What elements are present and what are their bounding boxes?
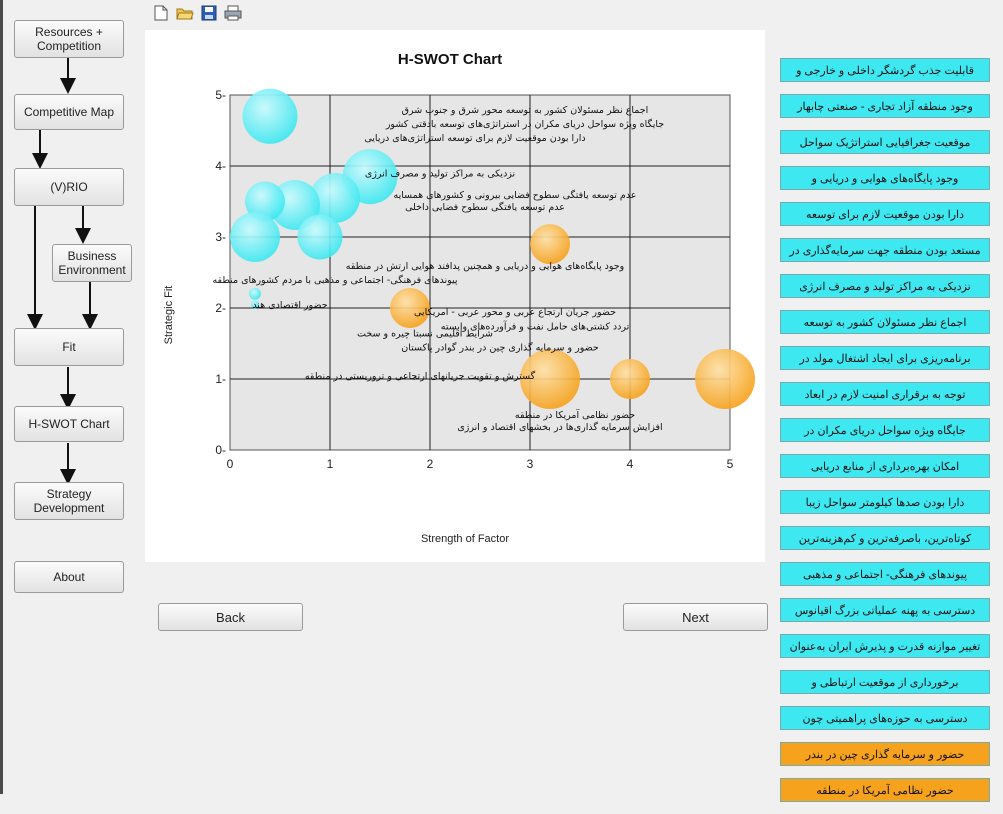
y-axis-label: Strategic Fit (163, 286, 175, 345)
factor-item[interactable]: پیوندهای فرهنگی- اجتماعی و مذهبی (780, 562, 990, 586)
factor-item[interactable]: برخورداری از موقعیت ارتباطی و (780, 670, 990, 694)
nav-strategy-development-button[interactable]: Strategy Development (14, 482, 124, 520)
y-tick-label: 0- (215, 443, 226, 457)
plot-area (229, 94, 731, 451)
bubble-cyan (242, 88, 298, 144)
annotation-label: عدم توسعه یافتگی سطوح فضایی بیرونی و کشو… (394, 189, 637, 201)
annotation-label: اجماع نظر مسئولان کشور به توسعه محور شرق… (402, 105, 649, 116)
y-tick-label: 1- (215, 372, 226, 386)
factor-item[interactable]: نزدیکی به مراکز تولید و مصرف انرژی (780, 274, 990, 298)
new-file-icon[interactable] (152, 4, 170, 22)
factor-item[interactable]: موقعیت جغرافیایی استراتژیک سواحل (780, 130, 990, 154)
bubble-cyan (297, 214, 343, 260)
factor-item[interactable]: دسترسی به پهنه عملیاتی بزرگ اقیانوس (780, 598, 990, 622)
x-tick-label: 3 (527, 457, 534, 471)
factor-item[interactable]: وجود پایگاه‌های هوایی و دریایی و (780, 166, 990, 190)
chart-title: H-SWOT Chart (398, 51, 502, 68)
x-tick-label: 4 (627, 457, 634, 471)
factor-item[interactable]: حضور نظامی آمریکا در منطقه (780, 778, 990, 802)
factor-item[interactable]: مستعد بودن منطقه جهت سرمایه‌گذاری در (780, 238, 990, 262)
annotation-label: حضور جریان ارتجاع عربی و محور عربی - امر… (414, 307, 616, 318)
factor-list: قابلیت جذب گردشگر داخلی و خارجی و وجود من… (780, 58, 990, 814)
factor-item[interactable]: اجماع نظر مسئولان کشور به توسعه (780, 310, 990, 334)
factor-item[interactable]: توجه به برقراری امنیت لازم در ابعاد (780, 382, 990, 406)
factor-item[interactable]: تغییر موازنه قدرت و پذیرش ایران به‌عنوان (780, 634, 990, 658)
x-tick-label: 5 (727, 457, 734, 471)
next-button[interactable]: Next (623, 603, 768, 631)
bubble-orange (530, 224, 570, 265)
annotation-label: پیوندهای فرهنگی- اجتماعی و مذهبی با مردم… (212, 274, 457, 286)
factor-item[interactable]: کوتاه‌ترین، باصرفه‌ترین و کم‌هزینه‌ترین (780, 526, 990, 550)
bubble-cyan (249, 287, 261, 300)
annotation-label: وجود پایگاه‌های هوایی و دریایی و همچنین … (346, 260, 625, 272)
annotation-label: گسترش و تقویت جریانهای ارتجاعی و تروریست… (305, 370, 536, 382)
factor-item[interactable]: امکان بهره‌برداری از منابع دریایی (780, 454, 990, 478)
save-icon[interactable] (200, 4, 218, 22)
y-tick-label: 3- (215, 230, 226, 244)
x-tick-label: 2 (427, 457, 434, 471)
factor-item[interactable]: دسترسی به حوزه‌های پراهمیتی چون (780, 706, 990, 730)
bubble-orange (610, 359, 650, 399)
x-tick-label: 0 (227, 457, 234, 471)
bubble-orange (695, 349, 755, 409)
chart-panel: H-SWOT Chart Strength of Factor Strategi… (145, 30, 765, 562)
factor-item[interactable]: دارا بودن موقعیت لازم برای توسعه (780, 202, 990, 226)
nav-about-button[interactable]: About (14, 561, 124, 593)
annotation-label: دارا بودن موقعیت لازم برای توسعه استراتژ… (364, 133, 585, 144)
window-frame-left (0, 0, 3, 794)
y-tick-label: 2- (215, 301, 226, 315)
annotation-label: شرایط اقلیمی نسبتا چیره و سخت (357, 328, 493, 339)
nav-resources-competition-button[interactable]: Resources + Competition (14, 20, 124, 58)
annotation-label: حضور اقتصادی هند (252, 300, 327, 311)
nav-competitive-map-button[interactable]: Competitive Map (14, 94, 124, 130)
hswot-chart: H-SWOT Chart Strength of Factor Strategi… (163, 51, 755, 545)
back-button[interactable]: Back (158, 603, 303, 631)
factor-item[interactable]: جایگاه ویژه سواحل دریای مکران در (780, 418, 990, 442)
x-axis-label: Strength of Factor (421, 533, 509, 545)
nav-hswot-chart-button[interactable]: H-SWOT Chart (14, 406, 124, 442)
toolbar (152, 4, 242, 26)
x-tick-label: 1 (327, 457, 334, 471)
annotation-label: حضور و سرمایه گذاری چین در بندر گوادر پا… (401, 342, 599, 354)
factor-item[interactable]: حضور و سرمایه گذاری چین در بندر (780, 742, 990, 766)
y-tick-label: 4- (215, 159, 226, 173)
factor-item[interactable]: دارا بودن صدها کیلومتر سواحل زیبا (780, 490, 990, 514)
annotation-label: عدم توسعه یافتگی سطوح فضایی داخلی (405, 201, 565, 213)
print-icon[interactable] (224, 4, 242, 22)
open-folder-icon[interactable] (176, 4, 194, 22)
annotation-label: نزدیکی به مراکز تولید و مصرف انرژی (365, 169, 515, 180)
nav-fit-button[interactable]: Fit (14, 328, 124, 366)
annotation-label: حضور نظامی آمریکا در منطقه (515, 408, 635, 421)
factor-item[interactable]: قابلیت جذب گردشگر داخلی و خارجی و (780, 58, 990, 82)
factor-item[interactable]: وجود منطقه آزاد تجاری - صنعتی چابهار (780, 94, 990, 118)
bubble-cyan (230, 212, 280, 262)
nav-business-environment-button[interactable]: Business Environment (52, 244, 132, 282)
factor-item[interactable]: برنامه‌ریزی برای ایجاد اشتغال مولد در (780, 346, 990, 370)
annotation-label: جایگاه ویژه سواحل دریای مکران در استراتژ… (385, 118, 664, 130)
nav-vrio-button[interactable]: (V)RIO (14, 168, 124, 206)
annotation-label: افزایش سرمایه گذاری‌ها در بخشهای اقتصاد … (457, 421, 662, 433)
y-tick-label: 5- (215, 88, 226, 102)
